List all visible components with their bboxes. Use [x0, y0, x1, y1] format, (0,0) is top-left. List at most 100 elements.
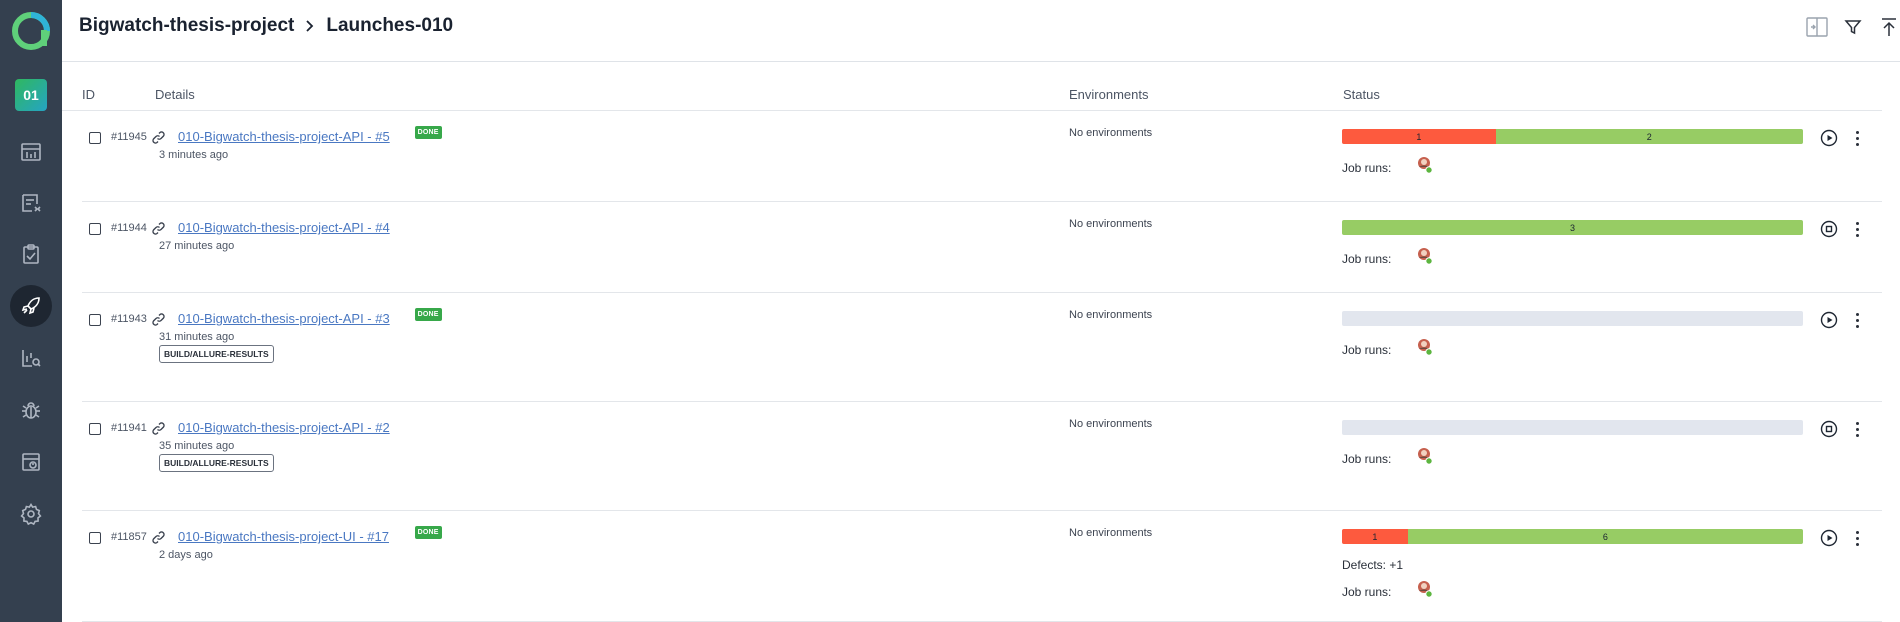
status-bar[interactable] — [1342, 420, 1803, 435]
status-bar[interactable]: 16 — [1342, 529, 1803, 544]
defects-icon — [22, 402, 40, 419]
launch-id: #11945 — [111, 131, 147, 143]
launch-tag[interactable]: BUILD/ALLURE-RESULTS — [159, 345, 274, 363]
link-icon — [151, 530, 166, 545]
test-cases-icon — [22, 194, 41, 212]
link-icon — [151, 312, 166, 327]
sidebar-item-jobs[interactable] — [10, 441, 52, 483]
launch-name-link[interactable]: 010-Bigwatch-thesis-project-API - #3 — [178, 311, 390, 326]
status-segment-passed[interactable]: 2 — [1495, 129, 1803, 144]
stop-button[interactable] — [1820, 420, 1838, 438]
dashboards-icon — [21, 143, 41, 161]
environment-label: No environments — [1069, 218, 1153, 230]
launch-name-link[interactable]: 010-Bigwatch-thesis-project-UI - #17 — [178, 529, 389, 544]
sidebar-item-test-plans[interactable] — [10, 233, 52, 275]
compare-button[interactable] — [1806, 16, 1828, 38]
job-run-avatar[interactable] — [1416, 446, 1434, 466]
done-badge: DONE — [414, 526, 442, 539]
row-checkbox[interactable] — [89, 532, 101, 544]
link-icon — [151, 221, 166, 236]
table-row: #11857 010-Bigwatch-thesis-project-UI - #… — [82, 511, 1882, 622]
status-bar[interactable] — [1342, 311, 1803, 326]
status-segment-passed[interactable]: 3 — [1342, 220, 1803, 235]
stop-icon — [1820, 420, 1838, 438]
launch-name-link[interactable]: 010-Bigwatch-thesis-project-API - #5 — [178, 129, 390, 144]
launch-id: #11944 — [111, 222, 147, 234]
breadcrumb: Bigwatch-thesis-project Launches-010 — [79, 15, 453, 37]
filter-button[interactable] — [1842, 16, 1864, 38]
row-checkbox[interactable] — [89, 423, 101, 435]
job-run-avatar[interactable] — [1416, 337, 1434, 357]
row-checkbox[interactable] — [89, 132, 101, 144]
launch-name-link[interactable]: 010-Bigwatch-thesis-project-API - #2 — [178, 420, 390, 435]
row-menu-button[interactable] — [1852, 220, 1862, 238]
status-bar[interactable]: 3 — [1342, 220, 1803, 235]
row-menu-button[interactable] — [1852, 420, 1862, 438]
project-badge[interactable]: 01 — [15, 79, 47, 111]
upload-icon — [1882, 18, 1896, 36]
row-menu-button[interactable] — [1852, 129, 1862, 147]
status-segment-failed[interactable]: 1 — [1342, 529, 1408, 544]
play-icon — [1820, 311, 1838, 329]
sidebar: 01 — [0, 0, 62, 622]
launch-time: 3 minutes ago — [159, 149, 229, 161]
sidebar-item-dashboards[interactable] — [10, 131, 52, 173]
sidebar-item-settings[interactable] — [10, 493, 52, 535]
sidebar-item-launches[interactable] — [10, 285, 52, 327]
allure-logo[interactable] — [12, 12, 50, 50]
table-row: #11941 010-Bigwatch-thesis-project-API - … — [82, 402, 1882, 511]
test-plans-icon — [23, 244, 39, 264]
filter-icon — [1844, 20, 1862, 35]
job-run-avatar[interactable] — [1416, 155, 1434, 175]
defects-count[interactable]: Defects: +1 — [1342, 558, 1403, 572]
environment-label: No environments — [1069, 309, 1153, 321]
launch-id: #11857 — [111, 531, 147, 543]
environment-label: No environments — [1069, 527, 1153, 539]
run-button[interactable] — [1820, 311, 1838, 329]
job-runs-label: Job runs: — [1342, 585, 1392, 599]
column-environments[interactable]: Environments — [1069, 87, 1148, 102]
environment-label: No environments — [1069, 418, 1153, 430]
column-details[interactable]: Details — [155, 87, 195, 102]
job-run-avatar[interactable] — [1416, 579, 1434, 599]
launch-time: 27 minutes ago — [159, 240, 235, 252]
row-checkbox[interactable] — [89, 314, 101, 326]
row-menu-button[interactable] — [1852, 529, 1862, 547]
header-actions — [1792, 16, 1900, 38]
page-header: Bigwatch-thesis-project Launches-010 — [62, 0, 1900, 62]
run-button[interactable] — [1820, 129, 1838, 147]
play-icon — [1820, 529, 1838, 547]
table-row: #11944 010-Bigwatch-thesis-project-API - … — [82, 202, 1882, 293]
link-icon — [151, 421, 166, 436]
settings-icon — [20, 502, 42, 526]
sidebar-item-test-cases[interactable] — [10, 182, 52, 224]
launch-tag[interactable]: BUILD/ALLURE-RESULTS — [159, 454, 274, 472]
run-button[interactable] — [1820, 529, 1838, 547]
done-badge: DONE — [414, 308, 442, 321]
stop-icon — [1820, 220, 1838, 238]
column-status[interactable]: Status — [1343, 87, 1380, 102]
launch-time: 31 minutes ago — [159, 331, 235, 343]
sidebar-item-defects[interactable] — [10, 389, 52, 431]
job-runs-label: Job runs: — [1342, 343, 1392, 357]
upload-button[interactable] — [1878, 16, 1900, 38]
environment-label: No environments — [1069, 127, 1153, 139]
status-segment-passed[interactable]: 6 — [1407, 529, 1803, 544]
launch-id: #11941 — [111, 422, 147, 434]
column-id[interactable]: ID — [82, 87, 95, 102]
row-checkbox[interactable] — [89, 223, 101, 235]
status-bar[interactable]: 12 — [1342, 129, 1803, 144]
status-segment-failed[interactable]: 1 — [1342, 129, 1496, 144]
row-menu-button[interactable] — [1852, 311, 1862, 329]
table-row: #11945 010-Bigwatch-thesis-project-API - … — [82, 111, 1882, 202]
job-run-avatar[interactable] — [1416, 246, 1434, 266]
chevron-right-icon — [304, 19, 316, 33]
launch-name-link[interactable]: 010-Bigwatch-thesis-project-API - #4 — [178, 220, 390, 235]
breadcrumb-project[interactable]: Bigwatch-thesis-project — [79, 15, 294, 37]
play-icon — [1820, 129, 1838, 147]
done-badge: DONE — [414, 126, 442, 139]
analytics-icon — [22, 350, 41, 367]
stop-button[interactable] — [1820, 220, 1838, 238]
sidebar-item-analytics[interactable] — [10, 337, 52, 379]
launch-id: #11943 — [111, 313, 147, 325]
